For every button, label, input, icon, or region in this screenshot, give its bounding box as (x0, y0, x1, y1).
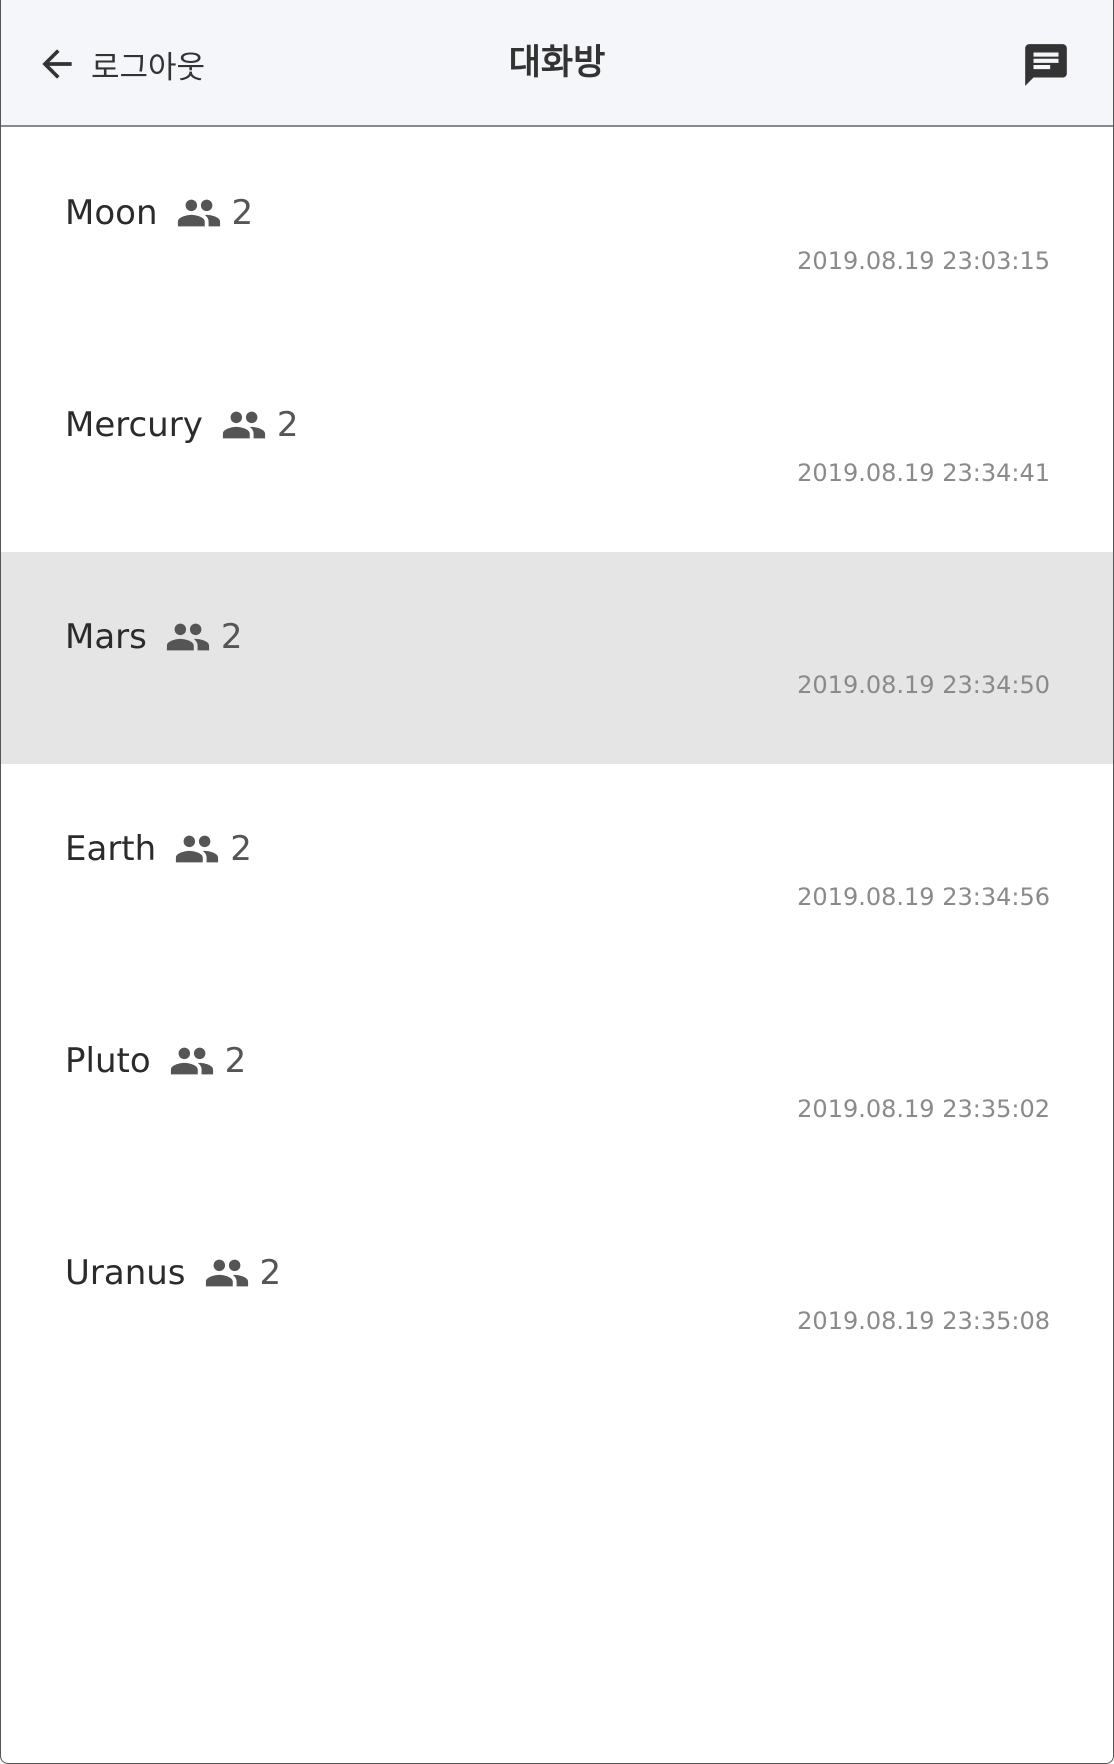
people-icon (221, 402, 267, 448)
people-icon (176, 190, 222, 236)
chat-icon (1021, 40, 1071, 90)
room-name: Earth (65, 829, 157, 869)
room-name: Mercury (65, 405, 203, 445)
member-count: 2 (220, 617, 243, 657)
member-count: 2 (276, 405, 299, 445)
room-timestamp: 2019.08.19 23:34:50 (797, 671, 1050, 699)
new-chat-button[interactable] (1021, 40, 1071, 90)
people-icon (174, 826, 220, 872)
room-name: Moon (65, 193, 158, 233)
room-list: Moon 2 2019.08.19 23:03:15 Mercury 2 201… (1, 128, 1113, 1400)
room-timestamp: 2019.08.19 23:34:41 (797, 459, 1050, 487)
app-header: 로그아웃 대화방 (1, 0, 1113, 127)
member-count: 2 (230, 829, 252, 869)
page-title: 대화방 (508, 43, 606, 83)
room-name: Mars (65, 617, 147, 657)
room-item-pluto[interactable]: Pluto 2 2019.08.19 23:35:02 (1, 976, 1113, 1188)
room-name: Pluto (65, 1041, 151, 1081)
people-icon (169, 1038, 215, 1084)
member-count: 2 (224, 1041, 247, 1081)
room-item-uranus[interactable]: Uranus 2 2019.08.19 23:35:08 (1, 1188, 1113, 1400)
room-item-mercury[interactable]: Mercury 2 2019.08.19 23:34:41 (1, 340, 1113, 552)
people-icon (204, 1250, 250, 1296)
people-icon (165, 614, 211, 660)
room-name: Uranus (65, 1253, 186, 1293)
chat-room-list-screen: 로그아웃 대화방 Moon 2 2019.08.19 23:03:15 Merc… (0, 0, 1114, 1764)
room-item-earth[interactable]: Earth 2 2019.08.19 23:34:56 (1, 764, 1113, 976)
member-count: 2 (231, 193, 254, 233)
room-item-mars[interactable]: Mars 2 2019.08.19 23:34:50 (1, 552, 1113, 764)
room-timestamp: 2019.08.19 23:35:08 (797, 1307, 1050, 1335)
room-item-moon[interactable]: Moon 2 2019.08.19 23:03:15 (1, 128, 1113, 340)
room-timestamp: 2019.08.19 23:03:15 (797, 247, 1050, 275)
member-count: 2 (259, 1253, 282, 1293)
room-timestamp: 2019.08.19 23:34:56 (797, 883, 1050, 911)
room-timestamp: 2019.08.19 23:35:02 (797, 1095, 1050, 1123)
